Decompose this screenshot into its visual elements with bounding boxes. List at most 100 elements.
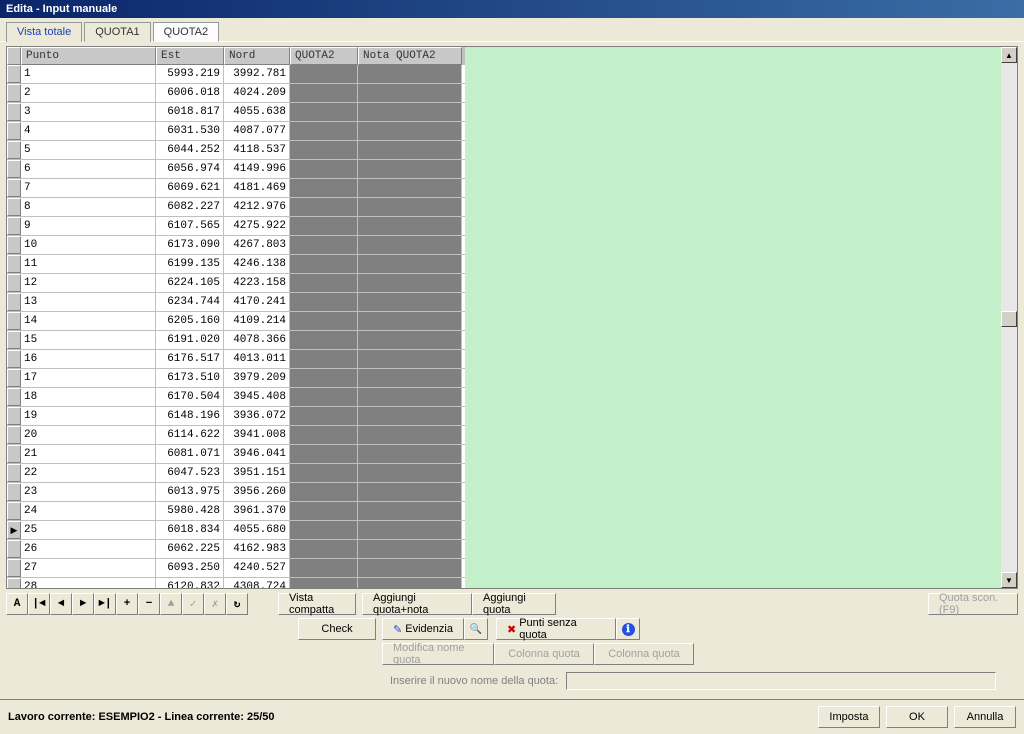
cell-punto[interactable]: 6: [21, 160, 156, 178]
vertical-scrollbar[interactable]: ▲ ▼: [1001, 47, 1017, 588]
cell-nota[interactable]: [358, 274, 462, 292]
table-row[interactable]: 36018.8174055.638: [7, 103, 465, 122]
cell-nord[interactable]: 3946.041: [224, 445, 290, 463]
cell-nord[interactable]: 4087.077: [224, 122, 290, 140]
cell-est[interactable]: 5993.219: [156, 65, 224, 83]
cell-est[interactable]: 6234.744: [156, 293, 224, 311]
cell-nota[interactable]: [358, 84, 462, 102]
cell-quota2[interactable]: [290, 521, 358, 539]
evidenzia-button[interactable]: Evidenzia: [382, 618, 464, 640]
cell-est[interactable]: 6013.975: [156, 483, 224, 501]
cell-nord[interactable]: 4170.241: [224, 293, 290, 311]
cell-nota[interactable]: [358, 445, 462, 463]
table-row[interactable]: 106173.0904267.803: [7, 236, 465, 255]
cell-quota2[interactable]: [290, 160, 358, 178]
header-nota[interactable]: Nota QUOTA2: [358, 47, 462, 65]
cell-nord[interactable]: 4055.680: [224, 521, 290, 539]
aggiungi-quota-nota-button[interactable]: Aggiungi quota+nota: [362, 593, 472, 615]
table-row[interactable]: 266062.2254162.983: [7, 540, 465, 559]
table-row[interactable]: 126224.1054223.158: [7, 274, 465, 293]
cell-est[interactable]: 6173.090: [156, 236, 224, 254]
cell-nota[interactable]: [358, 179, 462, 197]
cell-quota2[interactable]: [290, 293, 358, 311]
cell-quota2[interactable]: [290, 464, 358, 482]
cell-nota[interactable]: [358, 198, 462, 216]
cell-quota2[interactable]: [290, 483, 358, 501]
cell-punto[interactable]: 12: [21, 274, 156, 292]
cell-nord[interactable]: 4212.976: [224, 198, 290, 216]
cell-punto[interactable]: 1: [21, 65, 156, 83]
cell-nord[interactable]: 3961.370: [224, 502, 290, 520]
cell-punto[interactable]: 10: [21, 236, 156, 254]
table-row[interactable]: 176173.5103979.209: [7, 369, 465, 388]
cell-nota[interactable]: [358, 331, 462, 349]
nav-button-9[interactable]: ✗: [204, 593, 226, 615]
cell-punto[interactable]: 19: [21, 407, 156, 425]
table-row[interactable]: 216081.0713946.041: [7, 445, 465, 464]
cell-nota[interactable]: [358, 464, 462, 482]
cell-nota[interactable]: [358, 103, 462, 121]
cell-nord[interactable]: 4055.638: [224, 103, 290, 121]
cell-nota[interactable]: [358, 578, 462, 588]
table-row[interactable]: ▶256018.8344055.680: [7, 521, 465, 540]
cell-punto[interactable]: 28: [21, 578, 156, 588]
cell-quota2[interactable]: [290, 388, 358, 406]
cell-nota[interactable]: [358, 312, 462, 330]
table-row[interactable]: 46031.5304087.077: [7, 122, 465, 141]
tab-quota2[interactable]: QUOTA2: [153, 22, 219, 42]
aggiungi-quota-button[interactable]: Aggiungi quota: [472, 593, 556, 615]
cell-quota2[interactable]: [290, 312, 358, 330]
cell-nord[interactable]: 4275.922: [224, 217, 290, 235]
header-est[interactable]: Est: [156, 47, 224, 65]
header-punto[interactable]: Punto: [21, 47, 156, 65]
cell-nota[interactable]: [358, 236, 462, 254]
cell-est[interactable]: 6018.817: [156, 103, 224, 121]
cell-quota2[interactable]: [290, 502, 358, 520]
check-button[interactable]: Check: [298, 618, 376, 640]
cell-est[interactable]: 6044.252: [156, 141, 224, 159]
cell-punto[interactable]: 9: [21, 217, 156, 235]
cell-est[interactable]: 6173.510: [156, 369, 224, 387]
nav-button-4[interactable]: ►|: [94, 593, 116, 615]
cell-est[interactable]: 6069.621: [156, 179, 224, 197]
binoculars-button[interactable]: [464, 618, 488, 640]
cell-nord[interactable]: 3956.260: [224, 483, 290, 501]
cell-nota[interactable]: [358, 559, 462, 577]
cell-quota2[interactable]: [290, 217, 358, 235]
cell-est[interactable]: 6081.071: [156, 445, 224, 463]
cell-nord[interactable]: 4246.138: [224, 255, 290, 273]
cell-punto[interactable]: 15: [21, 331, 156, 349]
tab-quota1[interactable]: QUOTA1: [84, 22, 150, 42]
header-quota2[interactable]: QUOTA2: [290, 47, 358, 65]
cell-nord[interactable]: 3941.008: [224, 426, 290, 444]
imposta-button[interactable]: Imposta: [818, 706, 880, 728]
cell-nota[interactable]: [358, 160, 462, 178]
cell-est[interactable]: 6062.225: [156, 540, 224, 558]
table-row[interactable]: 286120.8324308.724: [7, 578, 465, 588]
cell-est[interactable]: 5980.428: [156, 502, 224, 520]
table-row[interactable]: 146205.1604109.214: [7, 312, 465, 331]
cell-nota[interactable]: [358, 388, 462, 406]
cell-nota[interactable]: [358, 521, 462, 539]
cell-quota2[interactable]: [290, 141, 358, 159]
cell-nord[interactable]: 4118.537: [224, 141, 290, 159]
cell-est[interactable]: 6148.196: [156, 407, 224, 425]
quota-name-input[interactable]: [566, 672, 996, 690]
cell-nord[interactable]: 4162.983: [224, 540, 290, 558]
table-row[interactable]: 15993.2193992.781: [7, 65, 465, 84]
cell-nord[interactable]: 3951.151: [224, 464, 290, 482]
cell-punto[interactable]: 8: [21, 198, 156, 216]
cell-nord[interactable]: 4013.011: [224, 350, 290, 368]
cell-quota2[interactable]: [290, 426, 358, 444]
cell-nota[interactable]: [358, 255, 462, 273]
grid-body[interactable]: 15993.2193992.78126006.0184024.20936018.…: [7, 65, 465, 588]
scroll-track[interactable]: [1001, 63, 1017, 572]
scroll-up-arrow[interactable]: ▲: [1001, 47, 1017, 63]
modifica-nome-quota-button[interactable]: Modifica nome quota: [382, 643, 494, 665]
cell-nota[interactable]: [358, 122, 462, 140]
cell-quota2[interactable]: [290, 445, 358, 463]
cell-quota2[interactable]: [290, 274, 358, 292]
cell-punto[interactable]: 5: [21, 141, 156, 159]
cell-punto[interactable]: 26: [21, 540, 156, 558]
cell-punto[interactable]: 13: [21, 293, 156, 311]
